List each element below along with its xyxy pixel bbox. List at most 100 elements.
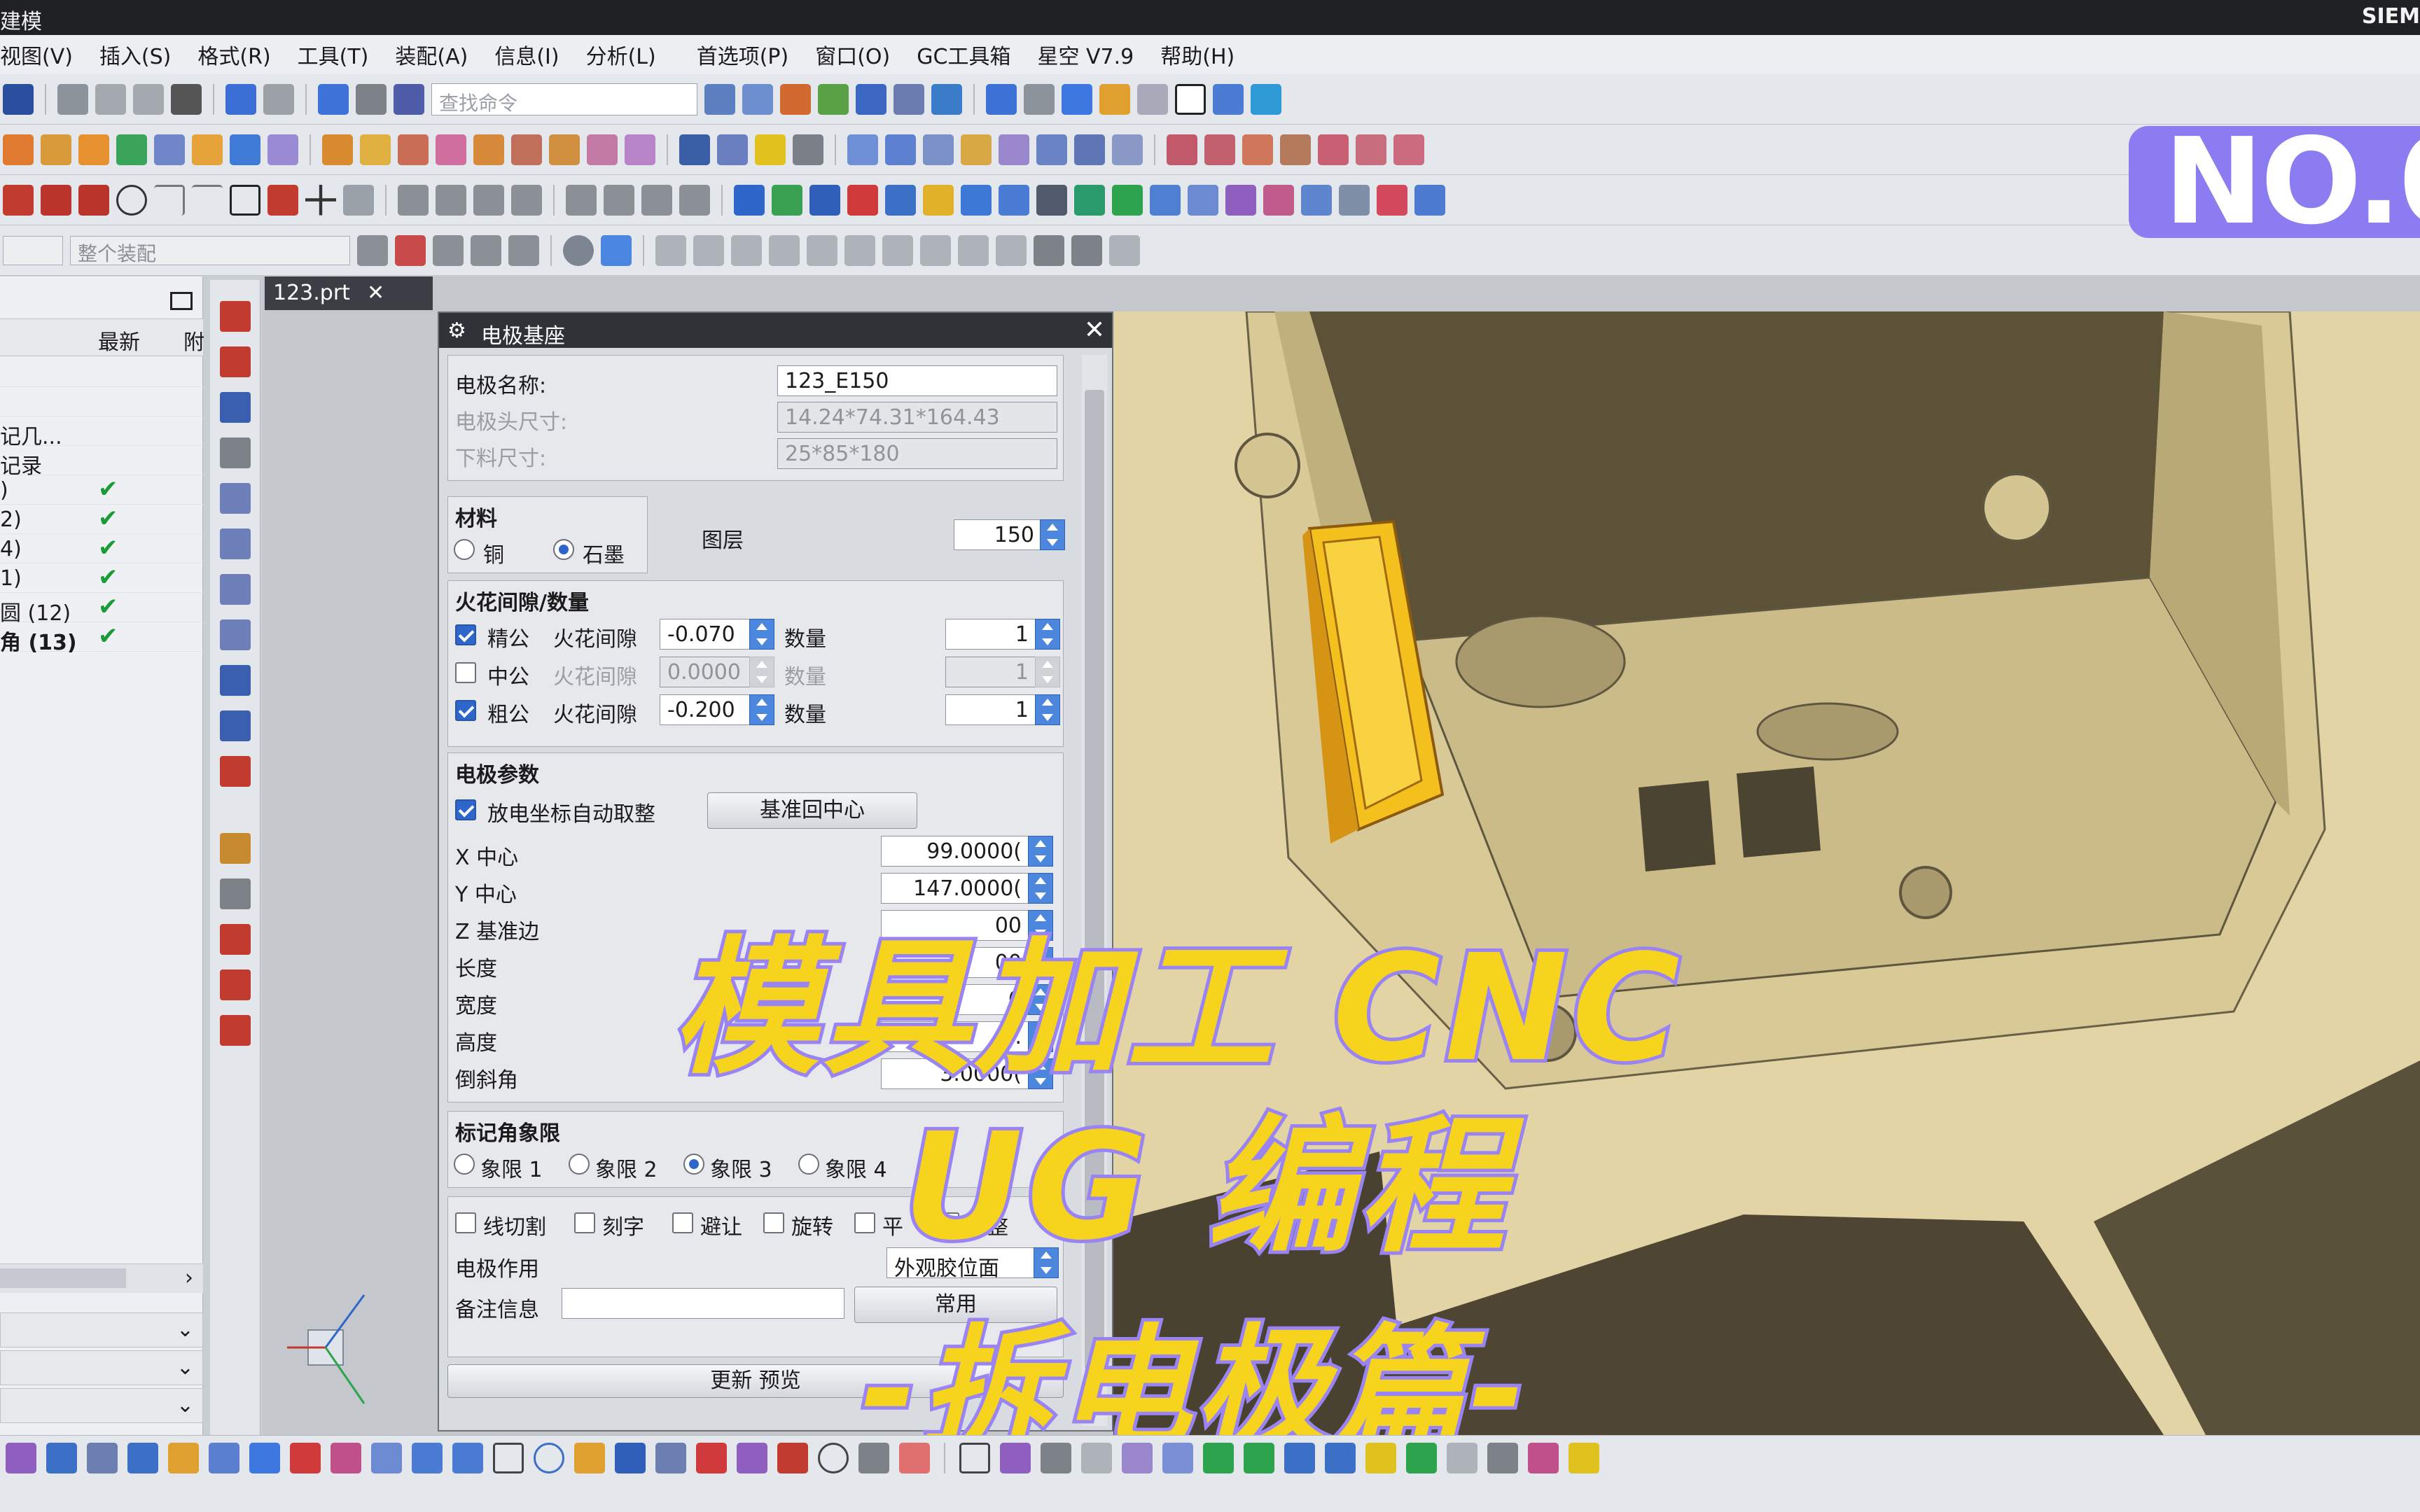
select-body-icon[interactable]: [471, 234, 501, 266]
render-icon[interactable]: [1024, 83, 1055, 115]
feature-icon-12[interactable]: [436, 134, 466, 165]
feature-icon-14[interactable]: [511, 134, 542, 165]
center-datum-button[interactable]: 基准回中心: [707, 792, 917, 829]
offset-curve-icon[interactable]: [220, 483, 251, 514]
snap-icon-8[interactable]: [920, 234, 951, 266]
bottom-tool-icon-11[interactable]: [412, 1443, 443, 1474]
layer-spinner[interactable]: [1040, 519, 1065, 550]
finish-gap-field[interactable]: -0.070: [660, 619, 751, 650]
ruler-icon[interactable]: [931, 83, 962, 115]
bottom-tool-icon-32[interactable]: [1365, 1443, 1396, 1474]
wire-cut-checkbox[interactable]: [455, 1212, 476, 1233]
split-icon[interactable]: [473, 184, 504, 216]
bottom-tool-icon-20[interactable]: [777, 1443, 808, 1474]
close-icon[interactable]: ✕: [1084, 316, 1105, 344]
surface-icon-4[interactable]: [961, 134, 992, 165]
menu-tools[interactable]: 工具(T): [298, 39, 369, 70]
rectangle-icon[interactable]: [230, 184, 260, 216]
feature-icon-17[interactable]: [625, 134, 655, 165]
bottom-tool-icon-2[interactable]: [46, 1443, 77, 1474]
helix-icon[interactable]: [220, 756, 251, 787]
electrode-icon-9[interactable]: [1036, 184, 1067, 216]
electrode-icon-3[interactable]: [809, 184, 840, 216]
cube-view-icon[interactable]: [1062, 83, 1092, 115]
snap-point-icon[interactable]: [357, 234, 388, 266]
undo-icon[interactable]: [225, 83, 256, 115]
finish-qty-field[interactable]: 1: [945, 619, 1036, 650]
semi-finish-checkbox[interactable]: [455, 662, 476, 683]
bottom-tool-icon-17[interactable]: [655, 1443, 686, 1474]
x-center-field[interactable]: 99.0000(: [881, 836, 1029, 867]
mold-icon-4[interactable]: [1280, 134, 1311, 165]
menu-window[interactable]: 窗口(O): [815, 39, 890, 70]
finish-checkbox[interactable]: [455, 624, 476, 645]
electrode-icon-11[interactable]: [1112, 184, 1143, 216]
preview-panel-header[interactable]: ⌄: [0, 1350, 203, 1385]
constraint-icon-2[interactable]: [604, 184, 634, 216]
trim-curve-icon[interactable]: [220, 878, 251, 909]
feature-icon-3[interactable]: [78, 134, 109, 165]
join-curve-icon[interactable]: [220, 1015, 251, 1046]
menu-xingkong[interactable]: 星空 V7.9: [1037, 39, 1134, 70]
grid-icon[interactable]: [893, 83, 924, 115]
feature-icon-19[interactable]: [717, 134, 748, 165]
list-item[interactable]: 圆 (12) ✔: [0, 593, 203, 626]
electrode-icon-19[interactable]: [1414, 184, 1445, 216]
chevron-down-icon[interactable]: ⌄: [176, 1393, 194, 1418]
snap-icon-11[interactable]: [1034, 234, 1064, 266]
menu-insert[interactable]: 插入(S): [99, 39, 171, 70]
close-tab-icon[interactable]: ✕: [367, 281, 384, 305]
constraint-icon-1[interactable]: [566, 184, 597, 216]
electrode-icon-13[interactable]: [1188, 184, 1218, 216]
delete-icon[interactable]: [171, 83, 202, 115]
feature-icon-11[interactable]: [398, 134, 429, 165]
snap-icon-2[interactable]: [693, 234, 724, 266]
bottom-tool-icon-27[interactable]: [1081, 1443, 1112, 1474]
arrow-right-icon[interactable]: [1244, 1443, 1274, 1474]
bottom-tool-icon-37[interactable]: [1569, 1443, 1599, 1474]
paste-icon[interactable]: [133, 83, 164, 115]
solid-icon[interactable]: [601, 234, 632, 266]
command-search-input[interactable]: 查找命令: [431, 83, 697, 115]
menu-format[interactable]: 格式(R): [197, 39, 270, 70]
mold-icon-5[interactable]: [1318, 134, 1349, 165]
move-icon[interactable]: [1251, 83, 1281, 115]
bottom-tool-icon-16[interactable]: [615, 1443, 646, 1474]
engrave-checkbox[interactable]: [574, 1212, 595, 1233]
rough-checkbox[interactable]: [455, 700, 476, 721]
bottom-tool-icon-26[interactable]: [1041, 1443, 1071, 1474]
offset-icon[interactable]: [511, 184, 542, 216]
bottom-tool-icon-22[interactable]: [858, 1443, 889, 1474]
snap-icon-7[interactable]: [882, 234, 913, 266]
feature-icon-8[interactable]: [267, 134, 298, 165]
save-icon[interactable]: [3, 83, 34, 115]
list-item[interactable]: 4) ✔: [0, 534, 203, 564]
bottom-tool-icon-7[interactable]: [249, 1443, 280, 1474]
electrode-icon-12[interactable]: [1150, 184, 1181, 216]
feature-icon-13[interactable]: [473, 134, 504, 165]
bottom-tool-icon-6[interactable]: [209, 1443, 239, 1474]
bottom-tool-icon-8[interactable]: [290, 1443, 321, 1474]
feature-icon-1[interactable]: [3, 134, 34, 165]
surface-icon-3[interactable]: [923, 134, 954, 165]
feature-icon-10[interactable]: [360, 134, 391, 165]
layer-icon[interactable]: [704, 83, 735, 115]
electrode-icon-10[interactable]: [1074, 184, 1105, 216]
measure-icon[interactable]: [780, 83, 811, 115]
bottom-tool-icon-34[interactable]: [1447, 1443, 1477, 1474]
scrollbar-thumb[interactable]: [0, 1268, 126, 1288]
arc-icon[interactable]: [78, 184, 109, 216]
bottom-tool-icon-23[interactable]: [899, 1443, 930, 1474]
layer-field[interactable]: 150: [954, 519, 1042, 550]
select-face-icon[interactable]: [395, 234, 426, 266]
shade-icon[interactable]: [1099, 83, 1130, 115]
mirror-icon[interactable]: [856, 83, 886, 115]
bottom-tool-icon-29[interactable]: [1162, 1443, 1193, 1474]
menu-preferences[interactable]: 首选项(P): [697, 39, 789, 70]
mold-icon-3[interactable]: [1242, 134, 1273, 165]
electrode-icon-4[interactable]: [847, 184, 878, 216]
electrode-icon-7[interactable]: [961, 184, 992, 216]
bottom-tool-icon-12[interactable]: [452, 1443, 483, 1474]
rough-gap-field[interactable]: -0.200: [660, 694, 751, 725]
trim-icon[interactable]: [398, 184, 429, 216]
